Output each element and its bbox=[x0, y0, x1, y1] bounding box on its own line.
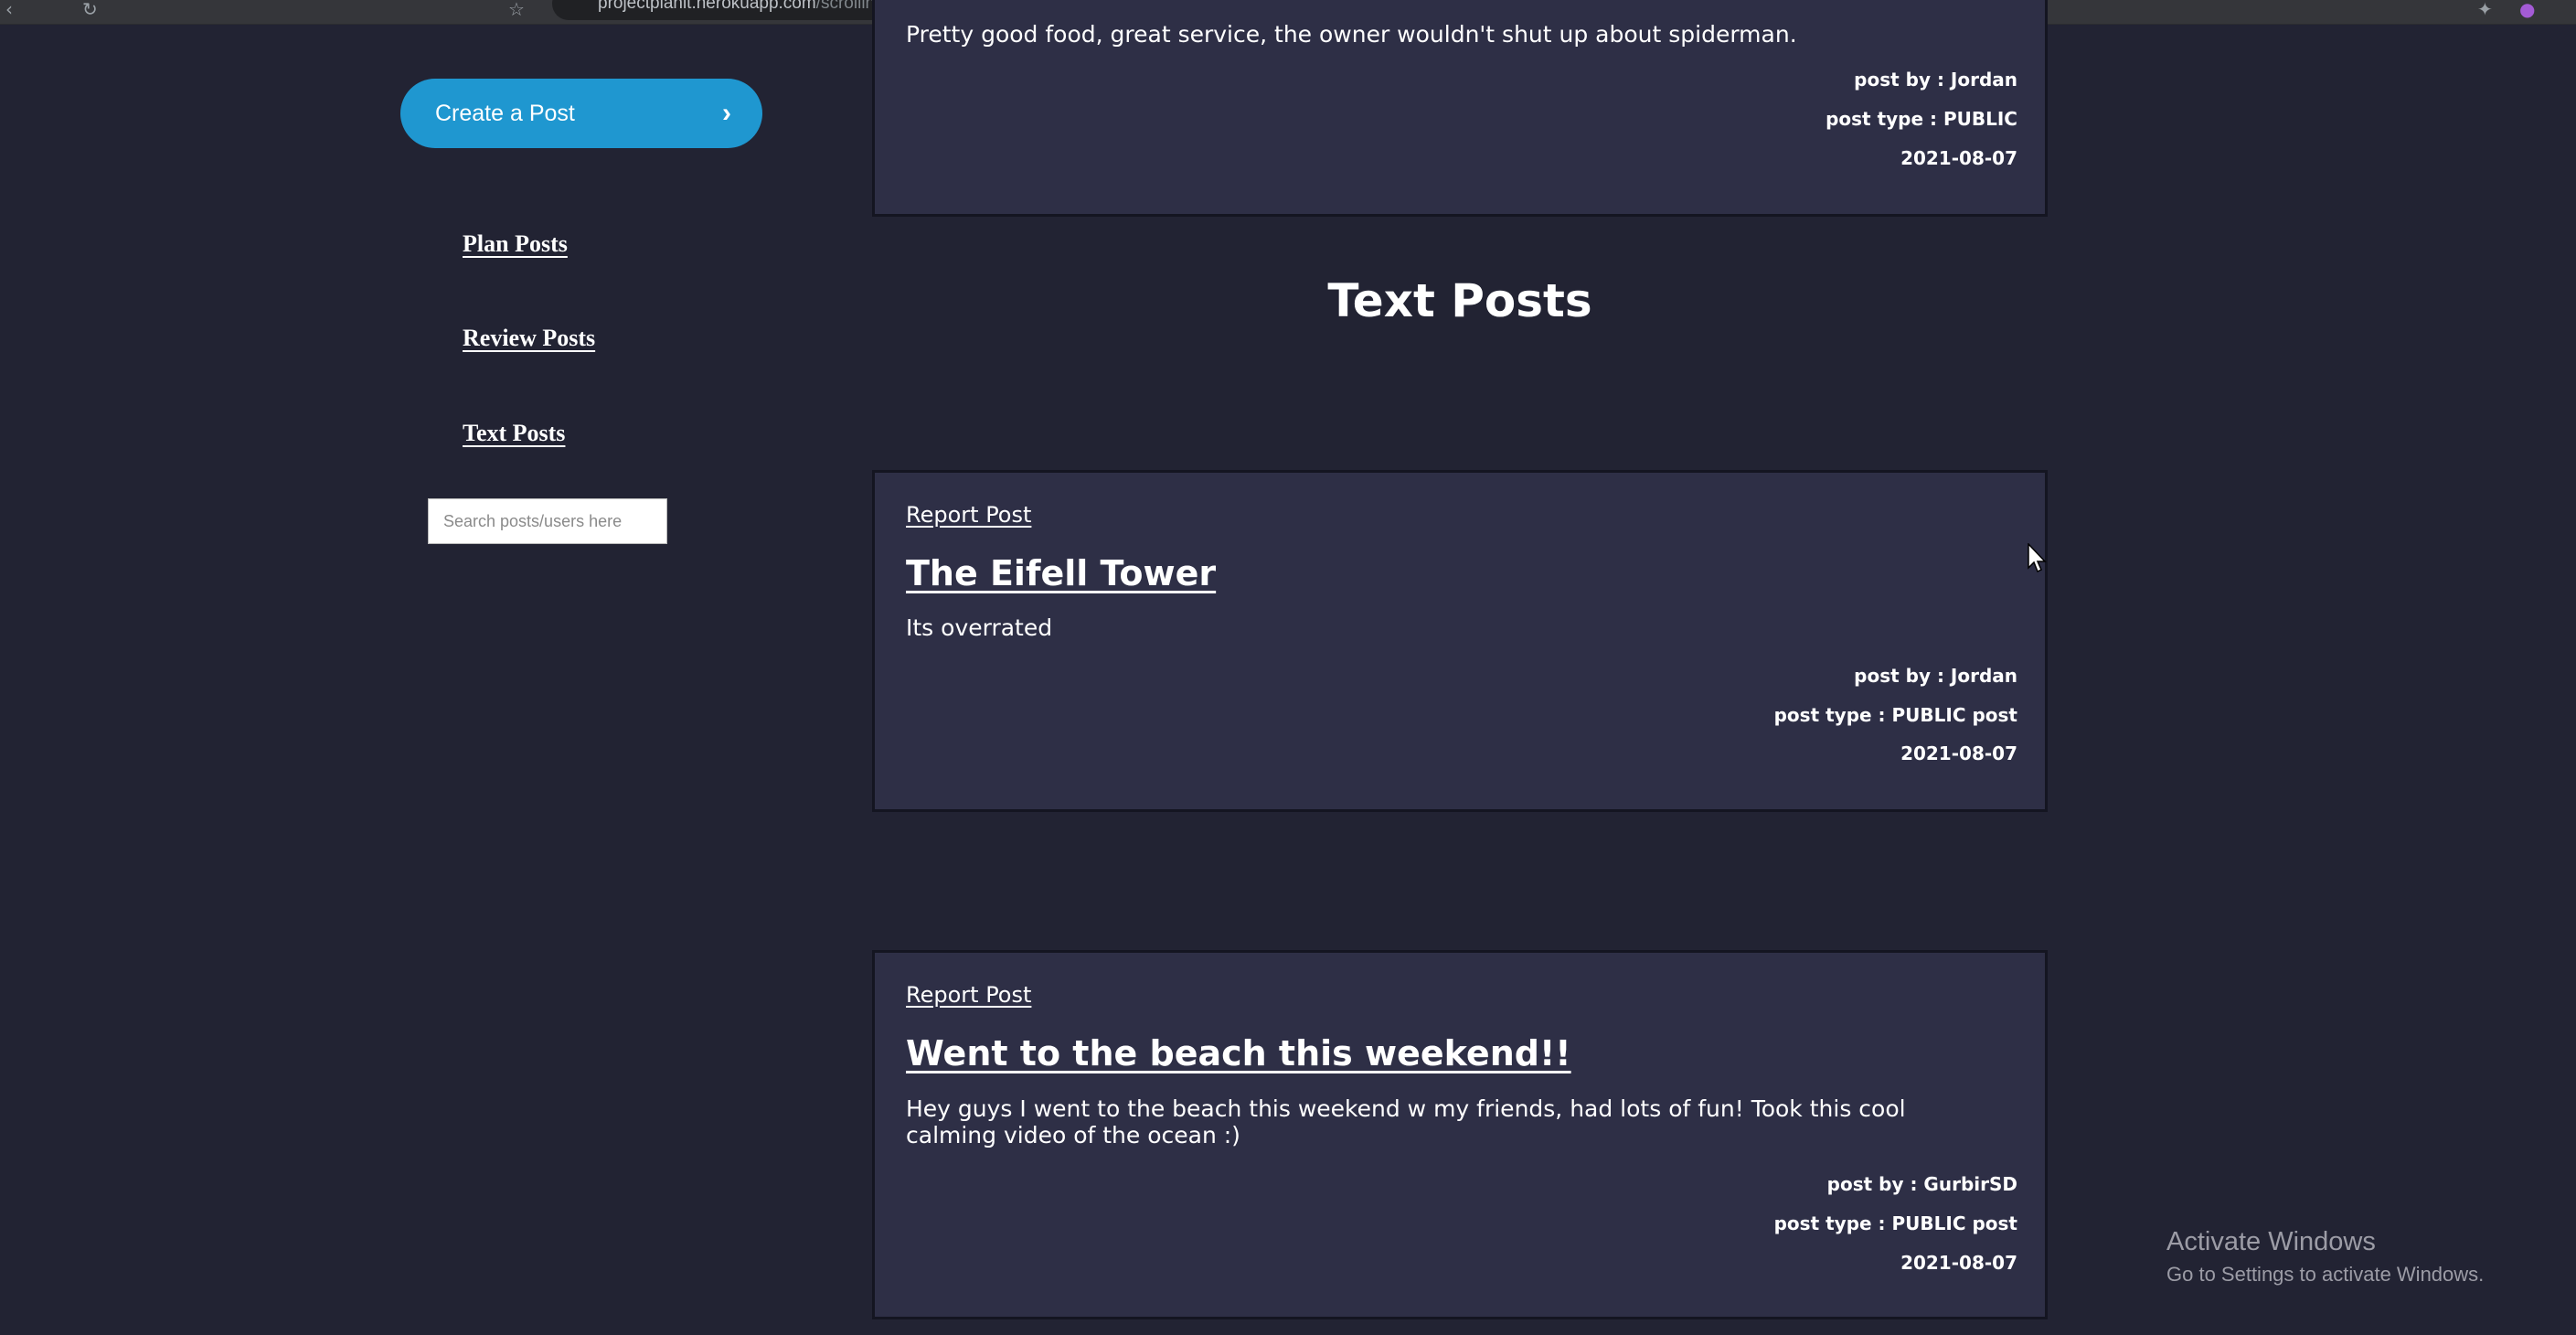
windows-activation-watermark: Activate Windows Go to Settings to activ… bbox=[2166, 1227, 2484, 1287]
sidebar-link-text-posts[interactable]: Text Posts bbox=[463, 420, 565, 447]
post-type: post type : PUBLIC bbox=[1826, 108, 2017, 130]
sidebar-link-plan-posts[interactable]: Plan Posts bbox=[463, 230, 568, 258]
report-post-link[interactable]: Report Post bbox=[906, 502, 1031, 528]
post-type: post type : PUBLIC post bbox=[1773, 704, 2017, 726]
url-host: projectplanit.herokuapp.com bbox=[598, 0, 816, 13]
post-date: 2021-08-07 bbox=[1900, 1252, 2017, 1274]
post-body: Its overrated bbox=[906, 614, 1053, 641]
bookmark-icon[interactable]: ☆ bbox=[508, 0, 525, 20]
post-author: post by : GurbirSD bbox=[1826, 1173, 2017, 1195]
mouse-cursor-icon bbox=[2028, 543, 2047, 573]
post-title[interactable]: The Eifell Tower bbox=[906, 553, 1216, 593]
section-title: Text Posts bbox=[1327, 274, 1592, 327]
search-input[interactable] bbox=[428, 498, 667, 544]
create-post-button[interactable]: Create a Post › bbox=[400, 79, 762, 148]
extensions-icon[interactable]: ✦ bbox=[2477, 0, 2493, 20]
post-date: 2021-08-07 bbox=[1900, 147, 2017, 169]
reload-icon[interactable]: ↻ bbox=[82, 0, 98, 20]
post-card-previous: Pretty good food, great service, the own… bbox=[872, 0, 2048, 217]
back-icon[interactable]: ‹ bbox=[5, 0, 13, 20]
create-post-label: Create a Post bbox=[435, 100, 575, 126]
post-date: 2021-08-07 bbox=[1900, 742, 2017, 764]
post-card: Report Post Went to the beach this weeke… bbox=[872, 950, 2048, 1319]
chevron-right-icon: › bbox=[722, 98, 731, 128]
post-body: Hey guys I went to the beach this weeken… bbox=[906, 1095, 1906, 1148]
post-author: post by : Jordan bbox=[1854, 69, 2017, 91]
sidebar-link-review-posts[interactable]: Review Posts bbox=[463, 325, 595, 352]
watermark-subtitle: Go to Settings to activate Windows. bbox=[2166, 1263, 2485, 1286]
watermark-title: Activate Windows bbox=[2166, 1227, 2376, 1256]
post-title[interactable]: Went to the beach this weekend!! bbox=[906, 1033, 1571, 1073]
post-body: Pretty good food, great service, the own… bbox=[906, 21, 1797, 48]
report-post-link[interactable]: Report Post bbox=[906, 982, 1031, 1008]
post-type: post type : PUBLIC post bbox=[1773, 1212, 2017, 1234]
post-author: post by : Jordan bbox=[1854, 665, 2017, 687]
profile-avatar-icon[interactable]: ● bbox=[2519, 0, 2535, 20]
post-card: Report Post The Eifell Tower Its overrat… bbox=[872, 470, 2048, 812]
